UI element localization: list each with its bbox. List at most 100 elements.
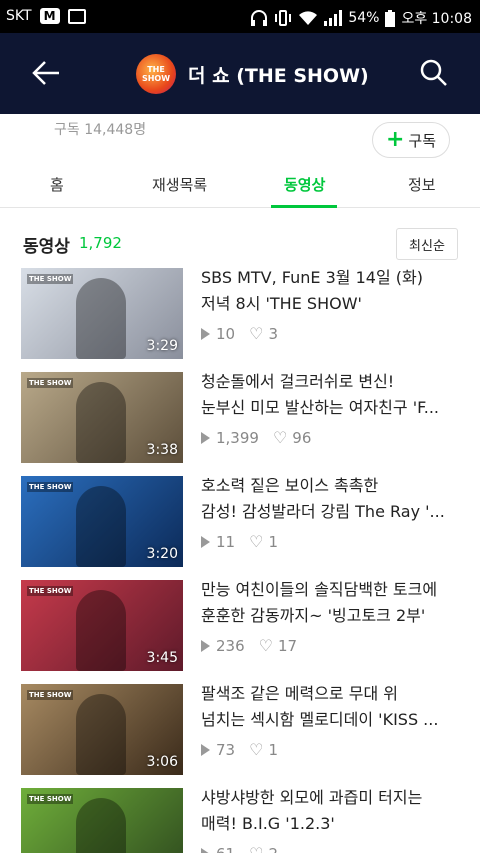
video-title[interactable]: 호소력 짙은 보이스 촉촉한감성! 감성발라더 강림 The Ray '...	[201, 473, 463, 525]
tab-info[interactable]: 정보	[408, 174, 436, 195]
video-thumbnail[interactable]: THE SHOW 3:20	[21, 476, 183, 567]
tab-playlists[interactable]: 재생목록	[152, 174, 207, 195]
video-stats: 1,399 ♡ 96	[201, 428, 311, 447]
video-item[interactable]: THE SHOW 3:29 SBS MTV, FunE 3월 14일 (화) 저녁 8…	[0, 268, 480, 372]
video-title[interactable]: 샤방샤방한 외모에 과즙미 터지는매력! B.I.G '1.2.3'	[201, 785, 463, 837]
video-item[interactable]: THE SHOW 3:45 만능 여친이들의 솔직담백한 토크에훈훈한 감동까지~ …	[0, 580, 480, 684]
video-title-line1: 샤방샤방한 외모에 과즙미 터지는	[201, 788, 423, 807]
play-count-icon	[201, 535, 210, 548]
video-title-line2: 눈부신 미모 발산하는 여자친구 'F...	[201, 398, 439, 417]
video-thumbnail[interactable]: THE SHOW 3:06	[21, 684, 183, 775]
channel-title: 더 쇼 (THE SHOW)	[188, 65, 369, 87]
show-logo-badge: THE SHOW	[27, 690, 74, 700]
heart-icon: ♡	[249, 532, 264, 551]
image-notification-icon	[67, 8, 86, 24]
search-icon	[420, 59, 447, 86]
video-title-line1: 만능 여친이들의 솔직담백한 토크에	[201, 580, 438, 599]
play-count: 61	[216, 845, 235, 853]
back-button[interactable]	[26, 53, 66, 93]
video-title-line2: 매력! B.I.G '1.2.3'	[201, 814, 335, 833]
video-title[interactable]: SBS MTV, FunE 3월 14일 (화) 저녁 8시 'THE SHOW'	[201, 265, 463, 317]
video-thumbnail[interactable]: THE SHOW 3:38	[21, 372, 183, 463]
subscribe-label: 구독	[408, 131, 437, 150]
video-title-line1: 청순돌에서 걸크러쉬로 변신!	[201, 372, 395, 391]
like-count: 2	[268, 845, 278, 853]
video-stats: 61 ♡ 2	[201, 844, 278, 853]
video-thumbnail[interactable]: THE SHOW 3:45	[21, 580, 183, 671]
play-count-icon	[201, 743, 210, 756]
channel-logo-text: THE SHOW	[141, 65, 171, 83]
headphones-icon	[251, 10, 268, 26]
heart-icon: ♡	[258, 636, 273, 655]
video-duration: 3:29	[146, 338, 178, 354]
like-count: 3	[268, 324, 278, 343]
show-logo-badge: THE SHOW	[27, 482, 74, 492]
video-duration: 3:38	[146, 442, 178, 458]
video-item[interactable]: THE SHOW 3:20 호소력 짙은 보이스 촉촉한감성! 감성발라더 강림 T…	[0, 476, 480, 580]
thumbnail-figure	[76, 694, 126, 775]
video-thumbnail[interactable]: THE SHOW 3:29	[21, 268, 183, 359]
video-thumbnail[interactable]: THE SHOW	[21, 788, 183, 853]
play-count: 236	[216, 636, 245, 655]
video-stats: 10 ♡ 3	[201, 324, 278, 343]
heart-icon: ♡	[249, 740, 264, 759]
sort-button[interactable]: 최신순	[396, 228, 458, 260]
play-count-icon	[201, 639, 210, 652]
heart-icon: ♡	[272, 428, 288, 447]
video-item[interactable]: THE SHOW 3:06 팔색조 같은 메력으로 무대 위넘치는 섹시함 멜로디데…	[0, 684, 480, 788]
heart-icon: ♡	[249, 324, 264, 343]
video-title-line2: 넘치는 섹시함 멜로디데이 'KISS ...	[201, 710, 439, 729]
arrow-left-icon	[32, 61, 59, 85]
play-count: 73	[216, 740, 236, 759]
search-button[interactable]	[416, 55, 452, 91]
video-stats: 11 ♡ 1	[201, 532, 278, 551]
video-title[interactable]: 팔색조 같은 메력으로 무대 위넘치는 섹시함 멜로디데이 'KISS ...	[201, 681, 463, 733]
like-count: 1	[268, 532, 278, 551]
wifi-icon	[299, 11, 318, 25]
video-title[interactable]: 청순돌에서 걸크러쉬로 변신! 눈부신 미모 발산하는 여자친구 'F...	[201, 369, 463, 421]
tab-bar: 홈 재생목록 동영상 정보	[0, 160, 480, 208]
thumbnail-figure	[76, 798, 126, 853]
video-title-line1: 팔색조 같은 메력으로 무대 위	[201, 684, 398, 703]
play-count-icon	[201, 327, 210, 340]
heart-icon: ♡	[249, 844, 263, 853]
battery-icon	[385, 9, 396, 27]
vibrate-icon	[275, 10, 292, 26]
signal-icon	[324, 10, 343, 26]
channel-logo[interactable]: THE SHOW	[136, 54, 176, 94]
video-title-line2: 훈훈한 감동까지~ '빙고토크 2부'	[201, 606, 426, 625]
video-count: 1,792	[79, 234, 122, 252]
video-item[interactable]: THE SHOW 3:38 청순돌에서 걸크러쉬로 변신! 눈부신 미모 발산하는 여…	[0, 372, 480, 476]
thumbnail-figure	[76, 590, 126, 671]
active-tab-indicator	[271, 205, 337, 208]
carrier-label: SKT	[6, 8, 32, 24]
video-duration: 3:45	[146, 650, 178, 666]
video-title-line1: 호소력 짙은 보이스 촉촉한	[201, 476, 379, 495]
subscriber-count: 구독 14,448명	[54, 122, 147, 138]
app-notification-icon: M	[39, 8, 60, 24]
plus-icon: +	[385, 127, 405, 152]
video-title[interactable]: 만능 여친이들의 솔직담백한 토크에훈훈한 감동까지~ '빙고토크 2부'	[201, 577, 463, 629]
video-duration: 3:20	[146, 546, 178, 562]
video-title-line2: 저녁 8시 'THE SHOW'	[201, 294, 362, 313]
show-logo-badge: THE SHOW	[27, 586, 74, 596]
like-count: 96	[292, 428, 312, 447]
thumbnail-figure	[76, 486, 126, 567]
video-duration: 3:06	[146, 754, 178, 770]
show-logo-badge: THE SHOW	[27, 794, 74, 804]
tab-home[interactable]: 홈	[50, 174, 64, 195]
video-title-line1: SBS MTV, FunE 3월 14일 (화)	[201, 268, 423, 287]
thumbnail-figure	[76, 278, 126, 359]
tab-videos[interactable]: 동영상	[284, 174, 325, 195]
show-logo-badge: THE SHOW	[27, 274, 74, 284]
clock: 오후 10:08	[401, 11, 472, 27]
subscription-row: 구독 14,448명 + 구독	[0, 114, 480, 160]
play-count-icon	[201, 847, 210, 853]
play-count-icon	[201, 431, 210, 444]
video-item[interactable]: THE SHOW 샤방샤방한 외모에 과즙미 터지는매력! B.I.G '1.2.…	[0, 788, 480, 853]
subscribe-button[interactable]: + 구독	[372, 122, 450, 158]
status-bar: SKT M 54% 오후 10:08	[0, 0, 480, 33]
like-count: 1	[268, 740, 278, 759]
video-title-line2: 감성! 감성발라더 강림 The Ray '...	[201, 502, 445, 521]
section-title: 동영상	[23, 237, 70, 257]
